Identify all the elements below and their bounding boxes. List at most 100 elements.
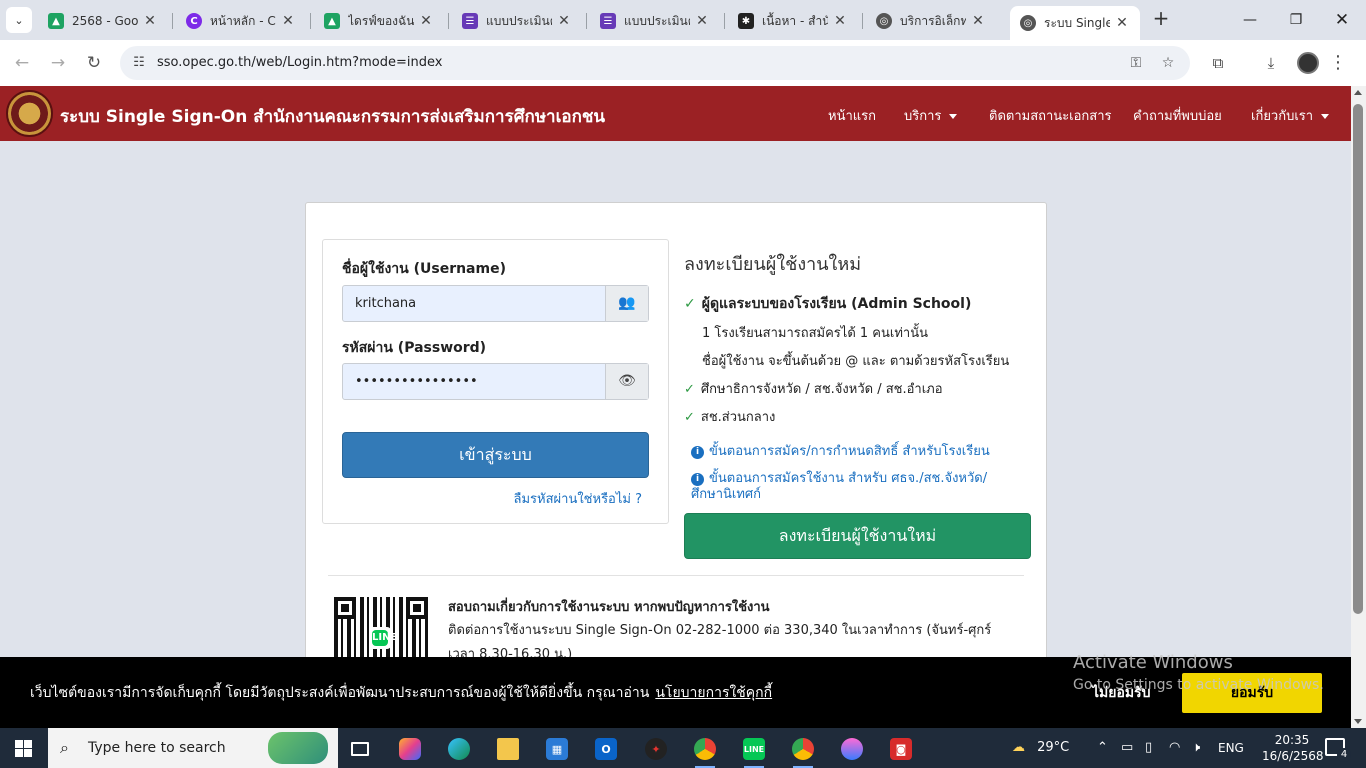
username-value[interactable]: kritchana [355,296,416,311]
browser-tab[interactable]: ☰ แบบประเมินตา ✕ [452,6,582,36]
contact-title: สอบถามเกี่ยวกับการใช้งานระบบ หากพบปัญหาก… [448,600,770,615]
tab-search-chevron-icon[interactable]: ⌄ [6,7,32,33]
joomla-icon: ✱ [738,13,754,29]
notification-center-icon[interactable]: 4 [1325,738,1351,762]
site-title[interactable]: ระบบ Single Sign-On สำนักงานคณะกรรมการส่… [60,103,605,130]
opec-seal-logo[interactable] [6,90,53,137]
browser-toolbar: ← → ↻ ☷ sso.opec.go.th/web/Login.htm?mod… [0,40,1366,86]
close-tab-icon[interactable]: ✕ [832,13,848,29]
browser-tab-active[interactable]: ◎ ระบบ Single S ✕ [1010,6,1140,40]
nav-track-documents[interactable]: ติดตามสถานะเอกสาร [989,105,1112,126]
password-value[interactable]: •••••••••••••••• [355,374,478,389]
google-forms-icon: ☰ [462,13,478,29]
forgot-password-link[interactable]: ลืมรหัสผ่านใช่หรือไม่ ? [514,488,643,509]
browser-tab[interactable]: ▲ 2568 - Goog ✕ [38,6,168,36]
bookmark-star-icon[interactable]: ☆ [1158,54,1178,72]
chrome-profile-icon[interactable] [783,732,823,768]
weather-cloud-icon: ☁ [1012,740,1025,755]
new-tab-plus-icon[interactable]: + [1150,8,1172,30]
nav-about[interactable]: เกี่ยวกับเรา [1251,105,1330,126]
camera-app-icon[interactable]: ◙ [881,732,921,766]
scroll-up-icon[interactable] [1354,90,1362,95]
forward-arrow-icon[interactable]: → [46,51,70,75]
weather-widget[interactable]: ☁ 29°C [1012,728,1069,768]
reload-icon[interactable]: ↻ [82,51,106,75]
canva-icon: C [186,13,202,29]
minimize-window-icon[interactable]: — [1228,8,1272,32]
password-key-icon[interactable]: ⚿ [1126,54,1146,72]
register-admin-school: ✓ ผู้ดูแลระบบของโรงเรียน (Admin School) [684,296,972,312]
check-icon: ✓ [684,296,696,312]
info-icon: i [691,446,704,459]
copilot-icon[interactable] [390,732,430,766]
google-drive-icon: ▲ [324,13,340,29]
profile-avatar[interactable] [1297,52,1319,74]
browser-tab[interactable]: ▲ ไดรฟ์ของฉัน - ✕ [314,6,444,36]
taskbar-search-box[interactable]: ⌕ Type here to search [48,728,338,768]
chrome-icon[interactable] [685,732,725,768]
show-hidden-icons-chevron-icon[interactable]: ⌃ [1097,728,1108,768]
download-icon[interactable]: ⤓ [1260,52,1282,74]
login-button[interactable]: เข้าสู่ระบบ [342,432,649,478]
page-scrollbar[interactable] [1351,86,1366,728]
edge-browser-icon[interactable] [439,732,479,766]
google-drive-icon: ▲ [48,13,64,29]
close-window-icon[interactable]: ✕ [1320,8,1364,32]
line-app-icon[interactable]: LINE [734,732,774,768]
volume-icon[interactable]: 🕨 [1192,728,1200,768]
section-divider [328,575,1024,576]
outlook-icon[interactable]: O [586,732,626,766]
tray-device-icon[interactable]: ▭ [1121,728,1133,768]
taskbar-clock[interactable]: 20:35 16/6/2568 [1262,732,1324,764]
close-tab-icon[interactable]: ✕ [1114,15,1130,31]
menu-kebab-icon[interactable]: ⋮ [1327,52,1349,74]
register-note: 1 โรงเรียนสามารถสมัครได้ 1 คนเท่านั้น [702,326,928,341]
address-bar[interactable]: ☷ sso.opec.go.th/web/Login.htm?mode=inde… [120,46,1190,80]
extensions-puzzle-icon[interactable]: ⧉ [1207,52,1229,74]
username-field[interactable]: kritchana 👥 [342,285,649,322]
input-language[interactable]: ENG [1218,728,1244,768]
browser-tab[interactable]: C หน้าหลัก - Ca ✕ [176,6,306,36]
cookie-policy-link[interactable]: นโยบายการใช้คุกกี้ [655,685,772,701]
browser-tab[interactable]: ◎ บริการอิเล็กทรอ ✕ [866,6,996,36]
username-label: ชื่อผู้ใช้งาน (Username) [342,261,506,277]
url-text[interactable]: sso.opec.go.th/web/Login.htm?mode=index [157,55,442,70]
caret-down-icon [949,114,958,119]
activate-windows-watermark: Activate Windows Go to Settings to activ… [1073,652,1324,693]
microsoft-store-icon[interactable]: ▦ [537,732,577,766]
close-tab-icon[interactable]: ✕ [142,13,158,29]
back-arrow-icon[interactable]: ← [10,51,34,75]
site-info-icon[interactable]: ☷ [130,54,148,72]
close-tab-icon[interactable]: ✕ [418,13,434,29]
info-icon: i [691,473,704,486]
show-password-eye-icon[interactable]: 👁 [605,364,648,399]
wifi-icon[interactable]: ◠ [1169,728,1180,768]
task-view-icon[interactable] [340,732,380,766]
scroll-down-icon[interactable] [1354,719,1362,724]
browser-tab[interactable]: ✱ เนื้อหา - สำนัก ✕ [728,6,858,36]
file-explorer-icon[interactable] [488,732,528,766]
restore-window-icon[interactable]: ❐ [1274,8,1318,32]
windows-start-icon[interactable] [15,740,32,757]
scrollbar-thumb[interactable] [1353,104,1363,614]
gaming-app-icon[interactable]: ✦ [636,732,676,766]
password-field[interactable]: •••••••••••••••• 👁 [342,363,649,400]
password-label: รหัสผ่าน (Password) [342,340,487,356]
close-tab-icon[interactable]: ✕ [694,13,710,29]
nav-home[interactable]: หน้าแรก [828,105,876,126]
register-button[interactable]: ลงทะเบียนผู้ใช้งานใหม่ [684,513,1031,559]
close-tab-icon[interactable]: ✕ [280,13,296,29]
nav-faq[interactable]: คำถามที่พบบ่อย [1133,105,1222,126]
paint-drop-icon[interactable] [832,732,872,766]
search-highlight-turtle-icon [268,732,328,764]
officer-register-steps-link[interactable]: i ขั้นตอนการสมัครใช้งาน สำหรับ ศธจ./สช.จั… [691,471,1021,503]
close-tab-icon[interactable]: ✕ [970,13,986,29]
school-register-steps-link[interactable]: i ขั้นตอนการสมัคร/การกำหนดสิทธิ์ สำหรับโร… [691,444,1021,460]
line-logo-icon: LINE [369,627,397,649]
nav-services[interactable]: บริการ [904,105,958,126]
browser-tab[interactable]: ☰ แบบประเมินตา ✕ [590,6,720,36]
windows-taskbar: ⌕ Type here to search ▦ O ✦ LINE ◙ ☁ 29°… [0,728,1366,768]
battery-icon[interactable]: ▯ [1145,728,1152,768]
close-tab-icon[interactable]: ✕ [556,13,572,29]
search-placeholder: Type here to search [88,740,226,756]
